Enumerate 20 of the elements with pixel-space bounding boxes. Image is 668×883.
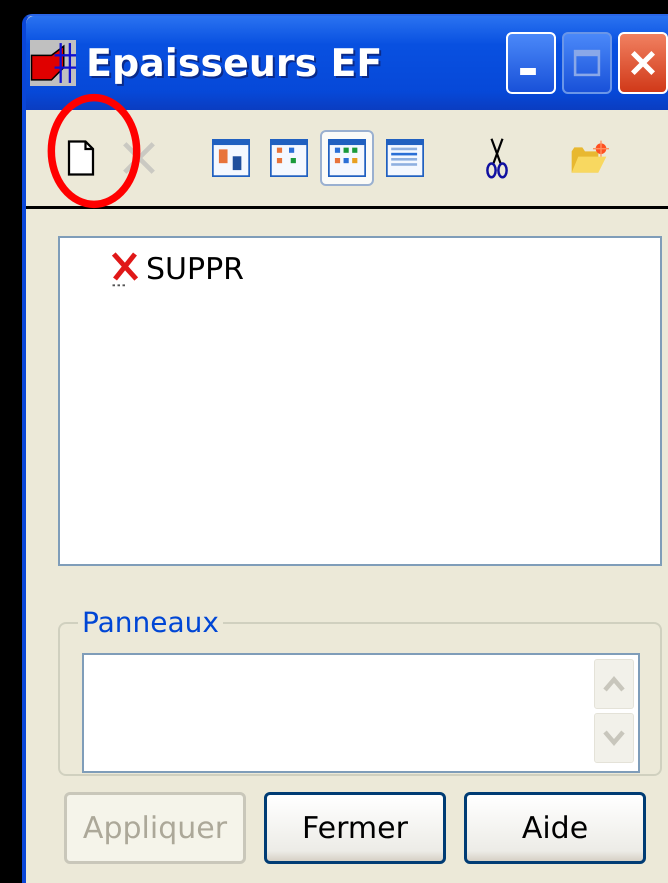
x-mark-icon [110, 250, 140, 288]
blank-page-icon [66, 139, 96, 177]
list-item[interactable]: SUPPR [110, 250, 660, 288]
close-button[interactable] [618, 32, 668, 94]
minimize-icon [520, 68, 536, 74]
app-icon [30, 40, 76, 86]
window-title: Epaisseurs EF [86, 41, 382, 85]
maximize-button[interactable] [562, 32, 612, 94]
window-view-icon [386, 139, 424, 177]
group-label: Panneaux [81, 606, 220, 639]
up-chevron-icon [602, 675, 626, 693]
minimize-button[interactable] [506, 32, 556, 94]
item-label: SUPPR [146, 252, 244, 286]
window-view-icon [270, 139, 308, 177]
list-box[interactable]: SUPPR [58, 236, 662, 566]
down-chevron-icon [602, 729, 626, 747]
window-view-icon [328, 139, 366, 177]
dialog-button[interactable]: Aide [464, 792, 646, 864]
window-view-icon [212, 139, 250, 177]
dialog-button[interactable]: Fermer [264, 792, 446, 864]
